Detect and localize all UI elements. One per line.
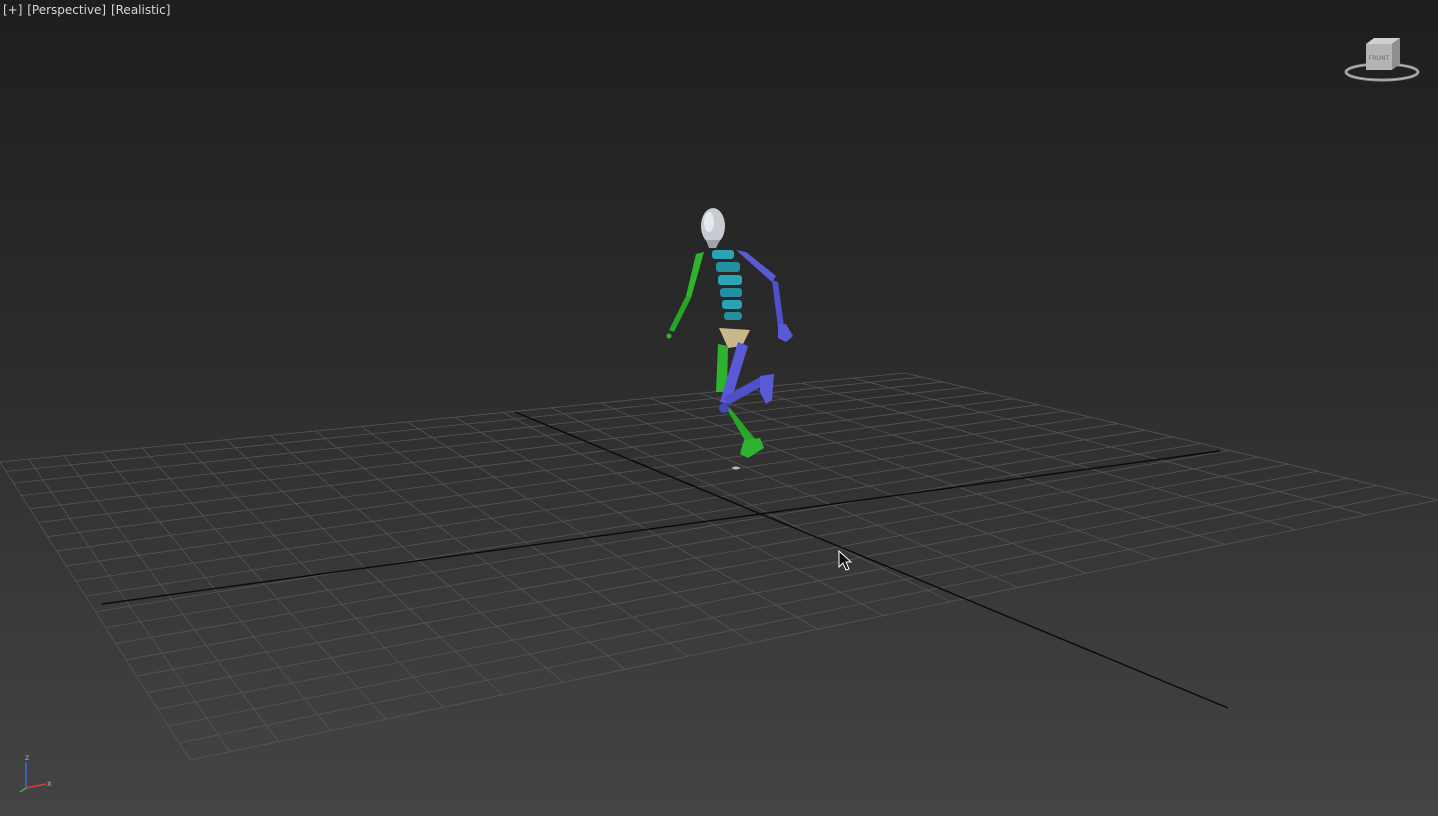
grid-line <box>136 463 1288 677</box>
grid-line <box>13 381 943 484</box>
grid-line <box>63 455 279 742</box>
grid-line <box>21 386 966 497</box>
grid-line <box>502 412 884 616</box>
grid-line <box>270 435 564 683</box>
grid-line <box>47 404 1039 538</box>
grid-axis-y <box>514 411 1229 709</box>
grid-line <box>75 423 1118 582</box>
grid-line <box>146 470 1318 693</box>
grid-line <box>95 436 1174 613</box>
grid-line <box>28 458 231 752</box>
grid-line <box>56 410 1065 552</box>
grid-line <box>801 382 1296 531</box>
viewcube-face-label: FRONT <box>1369 55 1390 62</box>
grid-line <box>101 451 332 731</box>
spine[interactable] <box>712 250 742 320</box>
home-grid <box>0 372 1438 761</box>
grid-line <box>105 443 1202 629</box>
head[interactable] <box>701 208 725 248</box>
left-arm[interactable] <box>666 252 705 339</box>
perspective-viewport[interactable]: [+] [Perspective] [Realistic] FRONT z x <box>0 0 1438 816</box>
grid-line <box>189 499 1438 761</box>
grid-line <box>904 372 1438 501</box>
grid-line <box>853 377 1367 516</box>
grid-axis-x <box>101 450 1221 605</box>
grid-line <box>141 447 387 720</box>
axis-x-label: x <box>47 779 52 788</box>
grid-line <box>85 429 1146 597</box>
grid-line <box>600 402 1019 588</box>
grid-line <box>407 421 753 644</box>
viewcube[interactable]: FRONT <box>1340 34 1424 86</box>
right-arm[interactable] <box>736 250 793 342</box>
grid-line <box>38 398 1014 523</box>
grid-line <box>157 477 1348 710</box>
grid-line <box>66 416 1091 567</box>
grid-line <box>315 430 626 670</box>
grid-line <box>649 397 1087 574</box>
axis-z-label: z <box>25 753 29 762</box>
grid-line <box>115 449 1230 644</box>
grid-line <box>29 392 989 510</box>
grid-line <box>168 485 1378 727</box>
scene-3d[interactable] <box>0 0 1438 816</box>
mouse-cursor-icon <box>838 550 852 571</box>
axis-tripod-icon: z x <box>19 753 52 793</box>
